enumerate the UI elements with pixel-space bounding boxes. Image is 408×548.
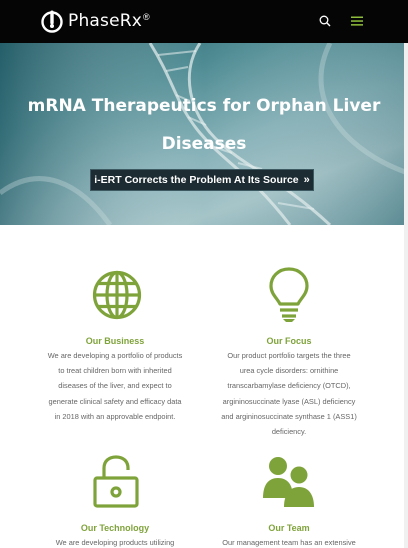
double-chevron-right-icon: » (303, 174, 310, 186)
team-icon (263, 457, 314, 507)
padlock-icon (93, 455, 139, 508)
menu-button[interactable] (350, 14, 364, 28)
feature-title: Our Technology (80, 523, 150, 533)
hero-banner: mRNA Therapeutics for Orphan Liver Disea… (0, 43, 408, 225)
description-line: urea cycle disorders: ornithine (239, 366, 339, 376)
page-scrollbar[interactable] (404, 43, 408, 548)
globe-icon (92, 270, 142, 320)
feature-title: Our Business (85, 336, 145, 346)
search-icon (319, 15, 331, 27)
hero-title: mRNA Therapeutics for Orphan Liver Disea… (0, 87, 408, 163)
description-line: generate clinical safety and efficacy da… (48, 396, 182, 406)
description-line: transcarbamylase deficiency (OTCD), (227, 381, 351, 391)
feature-title: Our Team (268, 523, 310, 533)
feature-title: Our Focus (266, 336, 312, 346)
site-header: PhaseRx ® (0, 0, 408, 43)
description-line: and argininosuccinate synthase 1 (ASS1) (221, 411, 357, 421)
description-line: We are developing a portfolio of product… (47, 351, 183, 360)
logo[interactable]: PhaseRx ® (40, 9, 150, 33)
lightbulb-icon (269, 267, 309, 322)
feature-description: We are developing a portfolio of product… (25, 348, 205, 424)
description-line: argininosuccinate lyase (ASL) deficiency (222, 396, 356, 406)
description-line: Our product portfolio targets the three (227, 351, 351, 360)
description-line: diseases of the liver, and expect to (58, 381, 172, 391)
feature-description: Our management team has an extensive (199, 535, 379, 548)
brand-registered-mark: ® (143, 12, 150, 22)
phaserx-logo-icon (41, 10, 63, 33)
cta-label: i-ERT Corrects the Problem At Its Source (94, 174, 299, 186)
description-line: in 2018 with an approvable endpoint. (54, 411, 176, 421)
hero-title-line-2: Diseases (161, 134, 247, 154)
feature-description: Our product portfolio targets the three … (199, 348, 379, 439)
hero-title-line-1: mRNA Therapeutics for Orphan Liver (27, 96, 381, 116)
brand-name: PhaseRx (68, 11, 143, 31)
description-line: We are developing products utilizing (55, 538, 175, 547)
iert-cta-button[interactable]: i-ERT Corrects the Problem At Its Source… (90, 169, 314, 191)
hamburger-menu-icon (351, 16, 363, 26)
description-line: Our management team has an extensive (222, 538, 356, 547)
feature-description: We are developing products utilizing (25, 535, 205, 548)
description-line: deficiency. (271, 427, 307, 437)
search-button[interactable] (318, 14, 332, 28)
description-line: to treat children born with inherited (58, 366, 172, 376)
